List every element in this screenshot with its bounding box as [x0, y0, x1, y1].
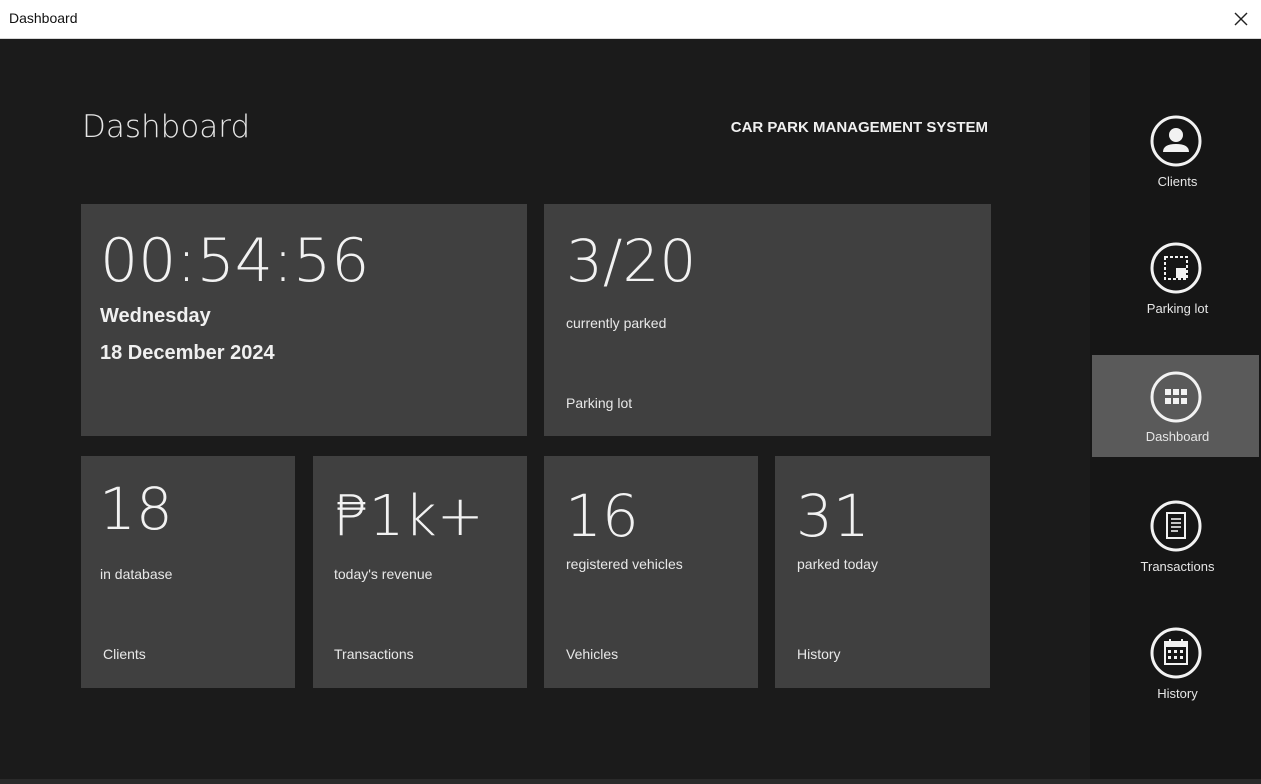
parking-lot-tile[interactable]: 3/20 currently parked Parking lot: [544, 204, 991, 436]
parking-sub: currently parked: [566, 315, 667, 331]
transactions-tile[interactable]: ₱1k+ today's revenue Transactions: [313, 456, 527, 688]
sidebar: Clients Parking lot Dashboard Transactio…: [1090, 39, 1261, 784]
clock-tile: 00:54:56 Wednesday 18 December 2024: [81, 204, 527, 436]
clients-label: Clients: [103, 646, 146, 662]
system-name: CAR PARK MANAGEMENT SYSTEM: [730, 119, 988, 136]
clock-date: 18 December 2024: [100, 342, 275, 364]
vehicles-label: Vehicles: [566, 646, 619, 662]
parking-lot-icon: [1150, 242, 1202, 294]
history-label: History: [797, 646, 841, 662]
transactions-label: Transactions: [334, 646, 414, 662]
vehicles-count: 16: [565, 482, 639, 550]
close-icon: [1234, 12, 1248, 26]
grid-icon: [1150, 371, 1202, 423]
history-tile[interactable]: 31 parked today History: [775, 456, 990, 688]
revenue-value: ₱1k+: [333, 484, 484, 549]
clients-count: 18: [99, 475, 173, 543]
parking-label: Parking lot: [566, 395, 633, 411]
sidebar-item-transactions[interactable]: Transactions: [1092, 490, 1259, 592]
app-window: Dashboard Dashboard CAR PARK MANAGEMENT …: [0, 0, 1261, 784]
sidebar-item-parking-lot[interactable]: Parking lot: [1092, 232, 1259, 334]
title-bar: Dashboard: [0, 0, 1261, 39]
sidebar-item-label: History: [1157, 686, 1198, 701]
sidebar-item-label: Clients: [1157, 174, 1198, 189]
vehicles-sub: registered vehicles: [566, 556, 683, 572]
history-count: 31: [796, 482, 870, 550]
document-icon: [1150, 500, 1202, 552]
clients-sub: in database: [100, 566, 173, 582]
history-sub: parked today: [797, 556, 878, 572]
sidebar-item-dashboard[interactable]: Dashboard: [1092, 355, 1259, 457]
parking-occupancy: 3/20: [566, 227, 697, 295]
page-title: Dashboard: [82, 109, 251, 145]
sidebar-item-label: Dashboard: [1145, 429, 1210, 444]
clock-time: 00:54:56: [100, 226, 370, 296]
sidebar-item-clients[interactable]: Clients: [1092, 105, 1259, 207]
sidebar-item-history[interactable]: History: [1092, 617, 1259, 719]
calendar-icon: [1150, 627, 1202, 679]
main-content: Dashboard CAR PARK MANAGEMENT SYSTEM 00:…: [0, 39, 1090, 784]
bottom-border: [0, 779, 1261, 784]
clock-day: Wednesday: [100, 305, 211, 327]
clients-tile[interactable]: 18 in database Clients: [81, 456, 295, 688]
sidebar-item-label: Parking lot: [1146, 301, 1209, 316]
revenue-sub: today's revenue: [334, 566, 433, 582]
vehicles-tile[interactable]: 16 registered vehicles Vehicles: [544, 456, 758, 688]
close-button[interactable]: [1221, 0, 1261, 38]
sidebar-item-label: Transactions: [1140, 559, 1215, 574]
window-title: Dashboard: [9, 10, 78, 26]
user-icon: [1150, 115, 1202, 167]
